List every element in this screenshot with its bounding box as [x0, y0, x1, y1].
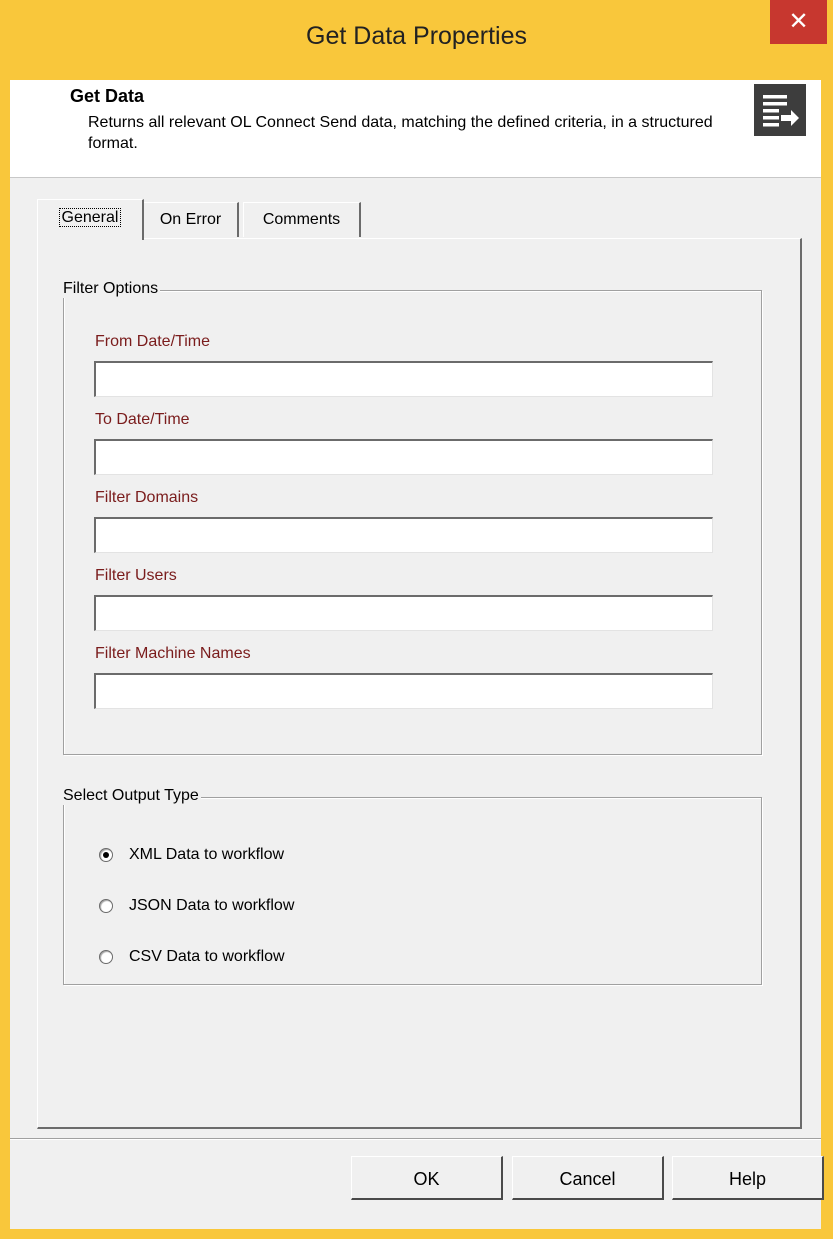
tab-on-error[interactable]: On Error — [143, 202, 239, 237]
list-arrow-icon — [754, 84, 806, 136]
radio-csv-label: CSV Data to workflow — [129, 948, 285, 965]
filter-domains-input[interactable] — [94, 517, 713, 553]
footer-divider — [10, 1138, 821, 1140]
tab-comments[interactable]: Comments — [243, 202, 361, 237]
radio-button[interactable] — [99, 950, 113, 964]
to-datetime-label: To Date/Time — [95, 411, 190, 428]
tab-label: Comments — [262, 211, 341, 228]
filter-users-label: Filter Users — [95, 567, 177, 584]
tab-general[interactable]: General — [37, 199, 144, 240]
tab-label: On Error — [159, 211, 222, 228]
filter-machine-names-input[interactable] — [94, 673, 713, 709]
output-type-legend: Select Output Type — [61, 787, 201, 805]
window-title: Get Data Properties — [306, 22, 527, 50]
filter-options-group: Filter Options From Date/Time To Date/Ti… — [61, 280, 762, 755]
cancel-button[interactable]: Cancel — [512, 1156, 664, 1200]
title-bar[interactable]: Get Data Properties ✕ — [0, 0, 833, 80]
radio-button-selected[interactable] — [99, 848, 113, 862]
close-icon: ✕ — [788, 8, 809, 35]
from-datetime-input[interactable] — [94, 361, 713, 397]
dialog-window: Get Data Properties ✕ Get Data Returns a… — [0, 0, 833, 1239]
close-button[interactable]: ✕ — [770, 0, 827, 44]
filter-domains-label: Filter Domains — [95, 489, 199, 506]
header-title: Get Data — [70, 86, 145, 106]
filter-users-input[interactable] — [94, 595, 713, 631]
from-datetime-label: From Date/Time — [95, 333, 210, 350]
radio-xml-label: XML Data to workflow — [129, 846, 285, 863]
tab-page-general: Filter Options From Date/Time To Date/Ti… — [37, 238, 802, 1129]
output-type-group: Select Output Type XML Data to workflow … — [61, 787, 762, 985]
radio-button[interactable] — [99, 899, 113, 913]
header-panel: Get Data Returns all relevant OL Connect… — [10, 80, 821, 177]
header-description: Returns all relevant OL Connect Send dat… — [88, 114, 713, 152]
filter-machine-names-label: Filter Machine Names — [95, 645, 251, 662]
help-button[interactable]: Help — [672, 1156, 824, 1200]
tab-label: General — [58, 208, 122, 227]
to-datetime-input[interactable] — [94, 439, 713, 475]
radio-json-label: JSON Data to workflow — [129, 897, 295, 914]
dialog-client-area: General On Error Comments Filter Options… — [10, 177, 824, 1229]
filter-options-legend: Filter Options — [61, 280, 161, 298]
ok-button[interactable]: OK — [351, 1156, 503, 1200]
